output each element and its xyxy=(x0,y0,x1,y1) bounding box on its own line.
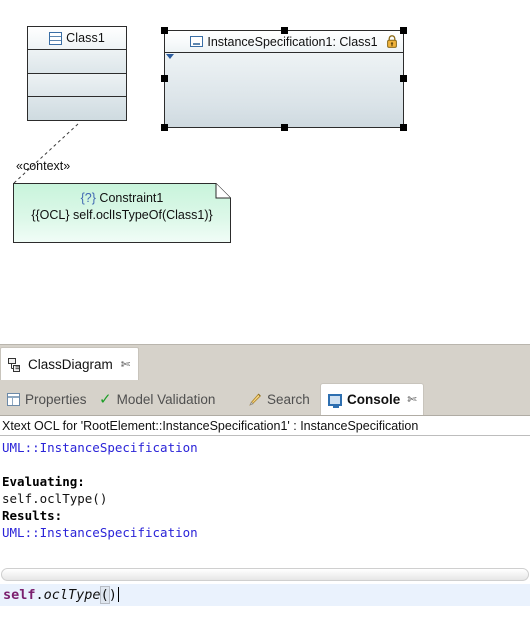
console-line: UML::InstanceSpecification xyxy=(2,525,198,540)
tab-model-validation[interactable]: ✓ Model Validation xyxy=(92,384,222,415)
tab-search[interactable]: Search xyxy=(240,384,317,415)
console-sash-divider[interactable] xyxy=(1,568,529,581)
text-caret xyxy=(117,587,119,602)
constraint-title: Constraint1 xyxy=(99,191,164,205)
tab-close-icon[interactable]: ✄ xyxy=(121,359,130,370)
tab-console[interactable]: Console ✄ xyxy=(320,383,425,415)
editor-tab-bar: ClassDiagram ✄ xyxy=(0,344,530,381)
selection-handle-sw[interactable] xyxy=(161,124,168,131)
tab-model-validation-label: Model Validation xyxy=(116,392,216,407)
constraint-brace: {?} xyxy=(80,191,96,205)
instance-specification-icon xyxy=(190,36,204,47)
selection-handle-s[interactable] xyxy=(280,124,288,131)
class-diagram-icon xyxy=(8,357,20,372)
class-icon xyxy=(49,31,63,45)
tab-search-label: Search xyxy=(267,392,310,407)
selection-handle-w[interactable] xyxy=(161,75,168,82)
console-panel: Xtext OCL for 'RootElement::InstanceSpec… xyxy=(0,415,530,617)
console-tab-close-icon[interactable]: ✄ xyxy=(407,394,416,405)
properties-icon xyxy=(7,393,20,406)
tab-class-diagram-label: ClassDiagram xyxy=(28,357,113,372)
collapse-triangle-icon[interactable] xyxy=(166,54,174,59)
class-attributes-compartment[interactable] xyxy=(28,50,126,73)
console-line: UML::InstanceSpecification xyxy=(2,440,198,455)
instance-node-header: InstanceSpecification1: Class1 xyxy=(165,31,403,53)
constraint-note[interactable]: {?} Constraint1 {{OCL} self.oclIsTypeOf(… xyxy=(13,183,231,243)
selection-handle-se[interactable] xyxy=(400,124,407,131)
tab-properties-label: Properties xyxy=(25,392,87,407)
search-pencil-icon xyxy=(249,393,261,406)
selection-handle-nw[interactable] xyxy=(161,27,168,34)
input-token-call: oclType xyxy=(43,587,101,603)
class-extra-compartment[interactable] xyxy=(28,96,126,120)
class-node-header: Class1 xyxy=(28,27,126,50)
constraint-body: {{OCL} self.oclIsTypeOf(Class1)} xyxy=(31,208,213,222)
input-token-open-paren: ( xyxy=(99,586,110,604)
console-output[interactable]: UML::InstanceSpecification Evaluating: s… xyxy=(0,436,530,552)
class-operations-compartment[interactable] xyxy=(28,73,126,96)
class-node-name: Class1 xyxy=(66,31,105,45)
console-line: self.oclType() xyxy=(2,491,108,506)
context-link-label: «context» xyxy=(16,159,71,173)
input-token-self: self xyxy=(3,587,36,603)
lock-warning-icon[interactable] xyxy=(386,35,398,48)
console-monitor-icon xyxy=(328,393,342,408)
instance-node-name: InstanceSpecification1: Class1 xyxy=(207,34,378,49)
green-check-icon: ✓ xyxy=(99,390,112,408)
input-token-dot: . xyxy=(35,587,44,603)
console-line: Evaluating: xyxy=(2,474,85,489)
constraint-note-text: {?} Constraint1 {{OCL} self.oclIsTypeOf(… xyxy=(13,183,231,224)
console-line: Results: xyxy=(2,508,63,523)
selection-handle-e[interactable] xyxy=(400,75,407,82)
input-token-close-paren: ) xyxy=(108,587,117,603)
console-header-line: Xtext OCL for 'RootElement::InstanceSpec… xyxy=(0,416,530,436)
selection-handle-n[interactable] xyxy=(280,27,288,34)
tab-class-diagram[interactable]: ClassDiagram ✄ xyxy=(0,347,139,381)
console-input-line[interactable]: self.oclType() xyxy=(0,584,530,606)
view-tab-bar: Properties ✓ Model Validation Search Con… xyxy=(0,380,530,415)
instance-node-body[interactable] xyxy=(165,53,403,127)
selection-handle-ne[interactable] xyxy=(400,27,407,34)
tab-console-label: Console xyxy=(347,392,401,407)
diagram-canvas[interactable]: Class1 InstanceSpecification1: Class1 «c… xyxy=(0,0,530,344)
tab-properties[interactable]: Properties xyxy=(0,384,94,415)
class-node-class1[interactable]: Class1 xyxy=(27,26,127,121)
instance-specification-node[interactable]: InstanceSpecification1: Class1 xyxy=(164,30,404,128)
